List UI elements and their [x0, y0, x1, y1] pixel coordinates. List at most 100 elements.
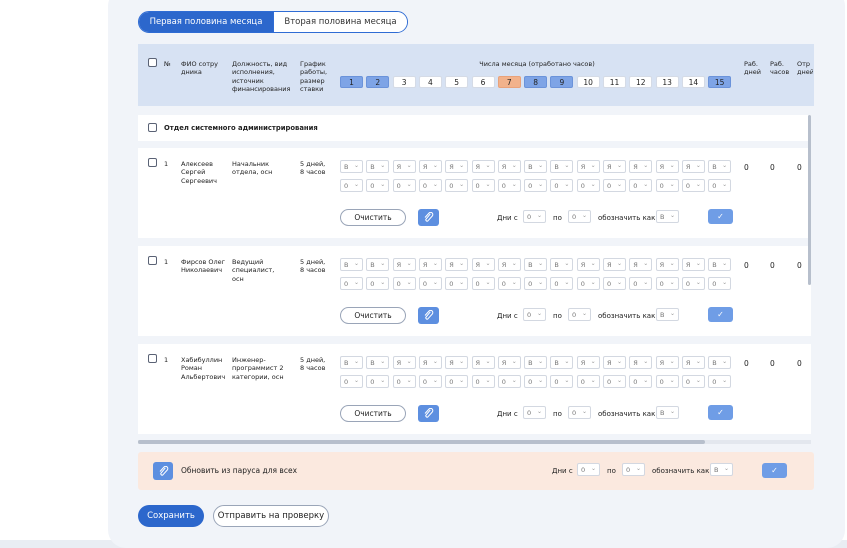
- clear-button[interactable]: Очистить: [340, 405, 406, 422]
- day-hours-select[interactable]: 0 ⌄: [681, 277, 705, 290]
- day-hours-select[interactable]: 0 ⌄: [550, 375, 574, 388]
- day-hours-select[interactable]: 0 ⌄: [497, 179, 521, 192]
- day-type-select[interactable]: Я ⌄: [681, 258, 705, 271]
- parus-button[interactable]: [418, 209, 439, 226]
- day-hours-select[interactable]: 0 ⌄: [524, 277, 548, 290]
- day-hours-select[interactable]: 0 ⌄: [655, 277, 679, 290]
- day-type-select[interactable]: Я ⌄: [471, 258, 495, 271]
- day-hours-select[interactable]: 0 ⌄: [629, 375, 653, 388]
- bulk-apply-button[interactable]: ✓: [762, 463, 787, 478]
- day-type-select[interactable]: Я ⌄: [497, 356, 521, 369]
- department-checkbox[interactable]: [148, 123, 157, 132]
- mark-as-select[interactable]: В ⌄: [656, 210, 679, 223]
- clear-button[interactable]: Очистить: [340, 307, 406, 324]
- day-hours-select[interactable]: 0 ⌄: [418, 277, 442, 290]
- parus-update-button[interactable]: [153, 462, 173, 480]
- mark-as-select[interactable]: В ⌄: [656, 308, 679, 321]
- bulk-to-select[interactable]: 0 ⌄: [622, 463, 645, 476]
- day-hours-select[interactable]: 0 ⌄: [524, 179, 548, 192]
- day-hours-select[interactable]: 0 ⌄: [418, 375, 442, 388]
- day-hours-select[interactable]: 0 ⌄: [497, 277, 521, 290]
- day-hours-select[interactable]: 0 ⌄: [366, 179, 390, 192]
- days-from-select[interactable]: 0 ⌄: [523, 308, 546, 321]
- day-type-select[interactable]: В ⌄: [708, 258, 732, 271]
- day-type-select[interactable]: Я ⌄: [576, 160, 600, 173]
- day-type-select[interactable]: Я ⌄: [418, 160, 442, 173]
- day-type-select[interactable]: Я ⌄: [392, 356, 416, 369]
- days-from-select[interactable]: 0 ⌄: [523, 210, 546, 223]
- day-hours-select[interactable]: 0 ⌄: [471, 179, 495, 192]
- day-hours-select[interactable]: 0 ⌄: [550, 277, 574, 290]
- day-hours-select[interactable]: 0 ⌄: [340, 179, 363, 192]
- vertical-scrollbar[interactable]: [808, 115, 811, 285]
- day-type-select[interactable]: Я ⌄: [681, 356, 705, 369]
- apply-button[interactable]: ✓: [708, 209, 733, 224]
- day-type-select[interactable]: Я ⌄: [445, 160, 469, 173]
- day-type-select[interactable]: В ⌄: [708, 160, 732, 173]
- day-hours-select[interactable]: 0 ⌄: [655, 179, 679, 192]
- day-type-select[interactable]: Я ⌄: [471, 160, 495, 173]
- days-to-select[interactable]: 0 ⌄: [568, 406, 591, 419]
- apply-button[interactable]: ✓: [708, 307, 733, 322]
- day-hours-select[interactable]: 0 ⌄: [392, 179, 416, 192]
- mark-as-select[interactable]: В ⌄: [656, 406, 679, 419]
- days-to-select[interactable]: 0 ⌄: [568, 210, 591, 223]
- day-hours-select[interactable]: 0 ⌄: [629, 179, 653, 192]
- tab-first-half[interactable]: Первая половина месяца: [139, 12, 273, 32]
- day-type-select[interactable]: Я ⌄: [681, 160, 705, 173]
- day-type-select[interactable]: Я ⌄: [603, 356, 626, 369]
- day-type-select[interactable]: В ⌄: [366, 258, 390, 271]
- day-hours-select[interactable]: 0 ⌄: [392, 375, 416, 388]
- day-type-select[interactable]: Я ⌄: [392, 160, 416, 173]
- day-type-select[interactable]: В ⌄: [524, 356, 548, 369]
- day-type-select[interactable]: Я ⌄: [392, 258, 416, 271]
- day-hours-select[interactable]: 0 ⌄: [366, 375, 390, 388]
- day-hours-select[interactable]: 0 ⌄: [340, 277, 363, 290]
- day-type-select[interactable]: Я ⌄: [445, 258, 469, 271]
- day-type-select[interactable]: Я ⌄: [471, 356, 495, 369]
- clear-button[interactable]: Очистить: [340, 209, 406, 226]
- day-type-select[interactable]: Я ⌄: [603, 160, 626, 173]
- day-type-select[interactable]: В ⌄: [524, 258, 548, 271]
- day-hours-select[interactable]: 0 ⌄: [550, 179, 574, 192]
- day-hours-select[interactable]: 0 ⌄: [629, 277, 653, 290]
- day-hours-select[interactable]: 0 ⌄: [708, 179, 732, 192]
- employee-checkbox[interactable]: [148, 256, 157, 265]
- day-type-select[interactable]: В ⌄: [708, 356, 732, 369]
- day-hours-select[interactable]: 0 ⌄: [681, 375, 705, 388]
- day-type-select[interactable]: В ⌄: [550, 160, 574, 173]
- day-hours-select[interactable]: 0 ⌄: [366, 277, 390, 290]
- day-hours-select[interactable]: 0 ⌄: [445, 179, 469, 192]
- day-type-select[interactable]: В ⌄: [340, 160, 363, 173]
- day-type-select[interactable]: Я ⌄: [629, 160, 653, 173]
- days-to-select[interactable]: 0 ⌄: [568, 308, 591, 321]
- day-type-select[interactable]: В ⌄: [340, 356, 363, 369]
- day-hours-select[interactable]: 0 ⌄: [655, 375, 679, 388]
- apply-button[interactable]: ✓: [708, 405, 733, 420]
- day-hours-select[interactable]: 0 ⌄: [524, 375, 548, 388]
- send-for-review-button[interactable]: Отправить на проверку: [213, 505, 329, 527]
- day-type-select[interactable]: Я ⌄: [418, 258, 442, 271]
- day-hours-select[interactable]: 0 ⌄: [445, 375, 469, 388]
- day-hours-select[interactable]: 0 ⌄: [497, 375, 521, 388]
- day-hours-select[interactable]: 0 ⌄: [418, 179, 442, 192]
- days-from-select[interactable]: 0 ⌄: [523, 406, 546, 419]
- bulk-from-select[interactable]: 0 ⌄: [577, 463, 600, 476]
- day-type-select[interactable]: В ⌄: [550, 356, 574, 369]
- day-hours-select[interactable]: 0 ⌄: [603, 375, 626, 388]
- horizontal-scrollbar[interactable]: [138, 440, 811, 444]
- day-type-select[interactable]: Я ⌄: [655, 160, 679, 173]
- day-hours-select[interactable]: 0 ⌄: [708, 277, 732, 290]
- parus-button[interactable]: [418, 307, 439, 324]
- day-hours-select[interactable]: 0 ⌄: [340, 375, 363, 388]
- day-hours-select[interactable]: 0 ⌄: [603, 277, 626, 290]
- day-type-select[interactable]: Я ⌄: [655, 258, 679, 271]
- day-type-select[interactable]: Я ⌄: [603, 258, 626, 271]
- employee-checkbox[interactable]: [148, 158, 157, 167]
- day-type-select[interactable]: Я ⌄: [629, 356, 653, 369]
- select-all-checkbox[interactable]: [148, 58, 157, 67]
- day-type-select[interactable]: Я ⌄: [497, 258, 521, 271]
- day-type-select[interactable]: Я ⌄: [655, 356, 679, 369]
- parus-button[interactable]: [418, 405, 439, 422]
- day-type-select[interactable]: Я ⌄: [497, 160, 521, 173]
